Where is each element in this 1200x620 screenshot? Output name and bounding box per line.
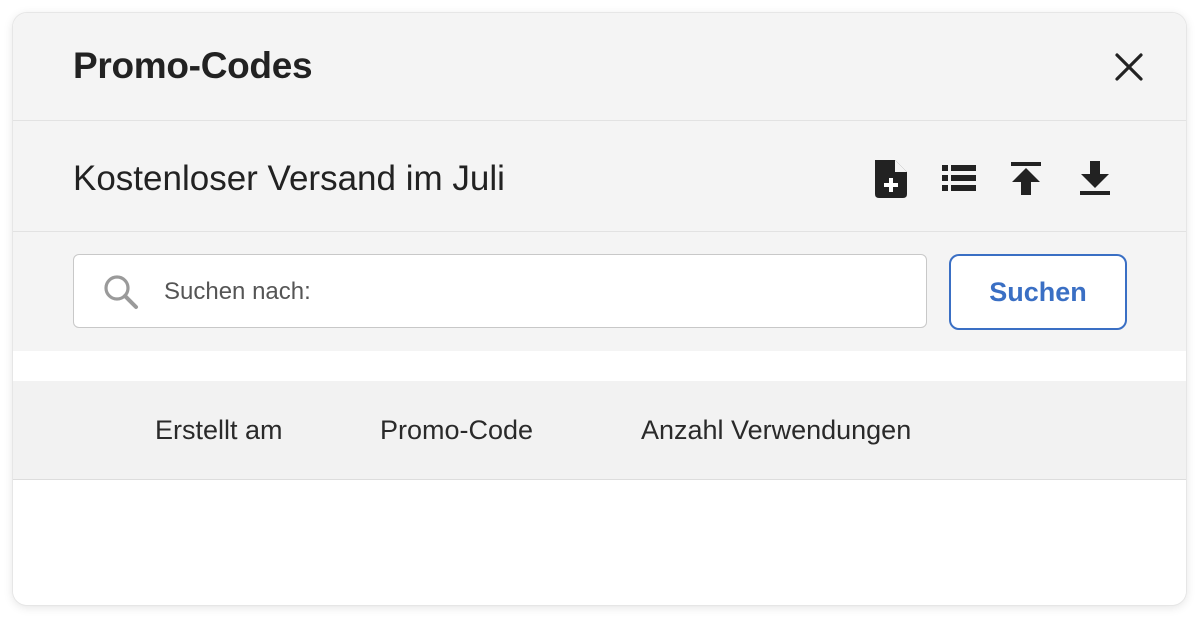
column-header-usage-count[interactable]: Anzahl Verwendungen	[641, 415, 911, 446]
table-body	[13, 480, 1186, 605]
add-code-button[interactable]	[869, 156, 913, 200]
dialog-header: Promo-Codes	[13, 13, 1186, 121]
search-input[interactable]	[162, 255, 906, 328]
dialog-title: Promo-Codes	[73, 45, 313, 86]
search-field[interactable]	[73, 254, 927, 328]
search-icon	[104, 275, 138, 309]
promo-codes-dialog: Promo-Codes Kostenloser Versand im Juli	[13, 13, 1186, 605]
download-icon	[1080, 161, 1110, 195]
table-header: Erstellt am Promo-Code Anzahl Verwendung…	[13, 381, 1186, 480]
column-header-promo-code[interactable]: Promo-Code	[380, 415, 533, 446]
search-bar: Suchen	[13, 232, 1186, 351]
close-icon	[1115, 53, 1143, 81]
column-header-created[interactable]: Erstellt am	[155, 415, 283, 446]
spacer	[13, 351, 1186, 381]
upload-icon	[1011, 162, 1041, 195]
list-icon	[942, 165, 976, 191]
add-file-icon	[875, 160, 907, 198]
download-button[interactable]	[1073, 156, 1117, 200]
upload-button[interactable]	[1004, 156, 1048, 200]
campaign-title: Kostenloser Versand im Juli	[73, 159, 505, 198]
close-button[interactable]	[1110, 48, 1148, 86]
campaign-bar: Kostenloser Versand im Juli	[13, 121, 1186, 232]
list-view-button[interactable]	[937, 156, 981, 200]
search-button[interactable]: Suchen	[949, 254, 1127, 330]
